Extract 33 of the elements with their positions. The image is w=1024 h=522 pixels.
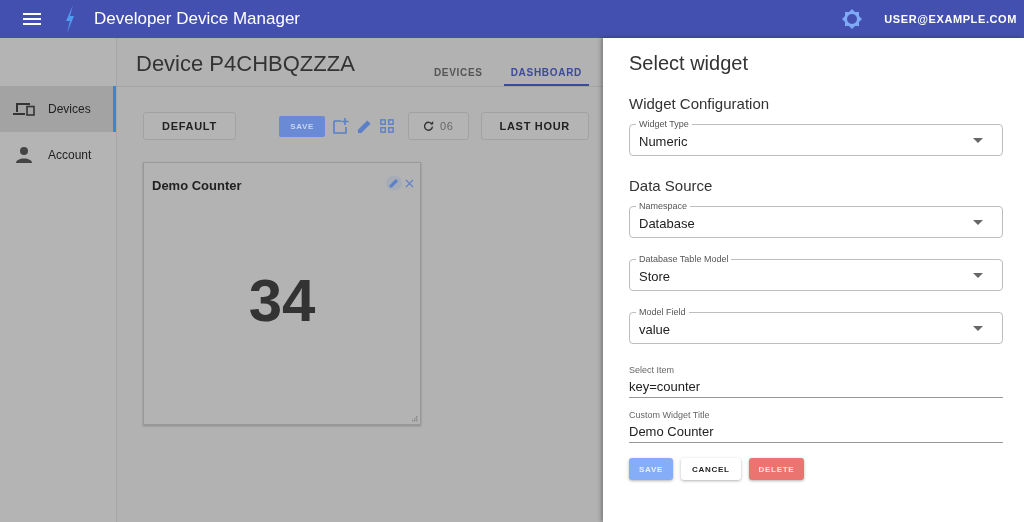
- section-heading: Data Source: [629, 177, 714, 194]
- close-icon[interactable]: [405, 178, 414, 188]
- refresh-icon: [422, 120, 434, 132]
- devices-icon: [13, 102, 35, 116]
- dropdown-arrow-icon: [973, 325, 983, 331]
- user-account-link[interactable]: USER@EXAMPLE.COM: [884, 13, 1017, 25]
- widget-title: Demo Counter: [152, 178, 242, 193]
- text-field[interactable]: Custom Widget Title Demo Counter: [629, 410, 1003, 443]
- dropdown-arrow-icon: [973, 272, 983, 278]
- drawer-title: Select widget: [629, 52, 749, 75]
- lightning-bolt-icon: [64, 5, 76, 33]
- add-widget-icon[interactable]: [332, 118, 349, 134]
- time-range-button[interactable]: LAST HOUR: [480, 112, 589, 140]
- text-field[interactable]: Select Item key=counter: [629, 365, 1003, 398]
- settings-icon[interactable]: [842, 9, 863, 29]
- resize-handle-icon[interactable]: [412, 416, 418, 422]
- tab[interactable]: DEVICES: [426, 67, 490, 86]
- person-icon: [13, 147, 35, 163]
- dashboard-button[interactable]: DEFAULT: [143, 112, 236, 140]
- tab[interactable]: DASHBOARD: [503, 67, 589, 86]
- menu-icon[interactable]: [23, 13, 41, 25]
- dropdown-arrow-icon: [973, 219, 983, 225]
- page-title: Device P4CHBQZZZA: [136, 51, 356, 77]
- dropdown-arrow-icon: [973, 137, 983, 143]
- counter-value: 34: [248, 268, 316, 333]
- sidebar-item[interactable]: Devices: [0, 86, 116, 132]
- grid-icon[interactable]: [379, 119, 394, 133]
- edit-widget-button[interactable]: [386, 176, 402, 190]
- sidebar-item[interactable]: Account: [0, 132, 116, 178]
- edit-icon[interactable]: [356, 118, 372, 134]
- action-button[interactable]: CANCEL: [681, 458, 741, 480]
- section-heading: Widget Configuration: [629, 95, 771, 112]
- app-title: Developer Device Manager: [94, 9, 300, 29]
